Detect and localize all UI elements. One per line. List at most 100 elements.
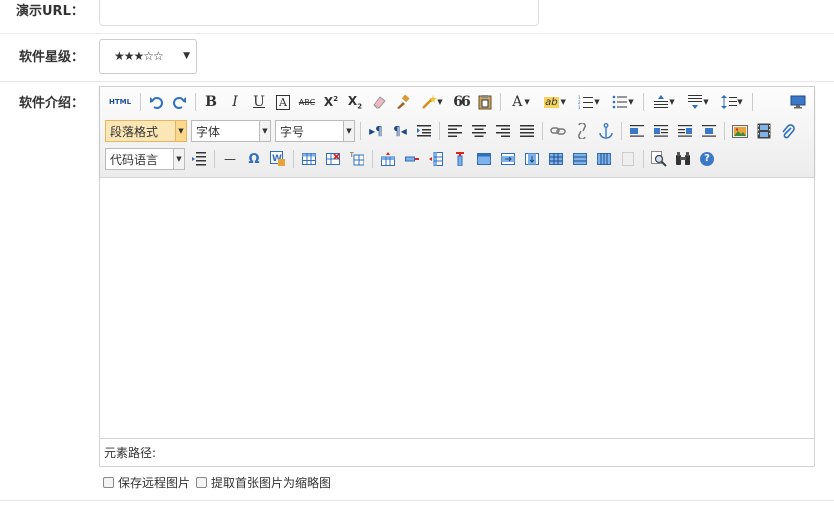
split-cells-button[interactable] [546,149,566,169]
rating-select[interactable]: ★★★☆☆ ▼ [99,39,197,74]
spacing-bottom-icon [688,95,703,109]
strikethrough-button[interactable]: ABC [297,92,317,112]
undo-button[interactable] [146,92,166,112]
insert-column-icon [429,152,443,166]
monitor-icon [790,95,806,109]
demo-url-input[interactable] [99,0,539,26]
paperclip-icon [782,124,795,139]
html-source-button[interactable]: HTML [105,92,135,112]
italic-button[interactable]: I [225,92,245,112]
split-columns-button[interactable] [594,149,614,169]
intro-label: 软件介绍： [19,96,85,111]
page-break-button[interactable] [189,149,209,169]
word-image-button[interactable]: W [268,149,288,169]
subscript-mark: 2 [357,102,363,111]
align-justify-button[interactable] [517,121,537,141]
delete-table-icon [326,153,340,165]
image-left-button[interactable] [651,121,671,141]
anchor-button[interactable] [596,121,616,141]
chevron-down-icon: ▼ [594,98,600,106]
anchor-icon [599,123,613,139]
save-remote-images-checkbox[interactable] [103,477,114,488]
merge-cells-button[interactable] [474,149,494,169]
spacing-top-icon [654,95,669,108]
svg-text:3: 3 [578,105,581,109]
font-color-button[interactable]: A ▼ [506,92,536,112]
unlink-button[interactable] [572,121,592,141]
delete-table-button[interactable] [323,149,343,169]
merge-right-button[interactable] [498,149,518,169]
paragraph-spacing-bottom-button[interactable]: ▼ [683,92,713,112]
eraser-icon [373,96,386,109]
insert-caption-button[interactable]: T [347,149,367,169]
ordered-list-button[interactable]: 123 ▼ [574,92,604,112]
insert-video-button[interactable] [754,121,774,141]
indent-button[interactable] [414,121,434,141]
align-right-button[interactable] [493,121,513,141]
special-char-button[interactable]: Ω [244,149,264,169]
insert-link-button[interactable] [548,121,568,141]
font-family-select[interactable]: 字体 ▼ [191,120,271,142]
code-language-select[interactable]: 代码语言 ▼ [105,148,185,170]
image-none-button[interactable] [627,121,647,141]
rtl-button[interactable]: ¶◂ [390,121,410,141]
film-icon [757,123,771,139]
merge-down-button[interactable] [522,149,542,169]
split-rows-button[interactable] [570,149,590,169]
redo-button[interactable] [170,92,190,112]
unordered-list-icon [612,95,628,109]
svg-text:T: T [350,152,354,159]
chevron-down-icon: ▼ [703,98,709,106]
font-size-select[interactable]: 字号 ▼ [275,120,355,142]
delete-row-icon [405,156,419,162]
rtl-icon: ¶◂ [393,124,407,138]
image-center-button[interactable] [699,121,719,141]
blockquote-button[interactable]: 66 [451,92,471,112]
preview-button[interactable] [649,149,669,169]
paragraph-format-select[interactable]: 段落格式 ▼ [105,120,187,142]
attachment-button[interactable] [778,121,798,141]
insert-column-before-button[interactable] [426,149,446,169]
editor-options: 保存远程图片 提取首张图片为缩略图 [103,474,331,491]
paste-plain-button[interactable] [475,92,495,112]
insert-image-button[interactable] [730,121,750,141]
fullscreen-button[interactable] [788,92,808,112]
align-left-button[interactable] [445,121,465,141]
rating-label: 软件星级： [19,50,85,65]
first-image-thumbnail-checkbox[interactable] [196,477,208,488]
superscript-icon: X2 [324,95,338,109]
save-remote-images-label: 保存远程图片 [118,476,191,490]
delete-row-button[interactable] [402,149,422,169]
font-border-button[interactable]: A [273,92,293,112]
chevron-down-icon: ▼ [560,98,566,106]
delete-column-icon [456,152,464,166]
unordered-list-button[interactable]: ▼ [608,92,638,112]
search-replace-button[interactable] [673,149,693,169]
merge-down-icon [525,153,539,165]
ltr-icon: ▸¶ [369,124,383,138]
auto-format-button[interactable]: ▼ [417,92,447,112]
image-right-button[interactable] [675,121,695,141]
editor-content-area[interactable] [100,178,814,438]
superscript-mark: 2 [333,95,339,103]
bold-button[interactable]: B [201,92,221,112]
help-button[interactable]: ? [697,149,717,169]
insert-table-button[interactable] [299,149,319,169]
paragraph-spacing-top-button[interactable]: ▼ [649,92,679,112]
format-painter-button[interactable] [393,92,413,112]
delete-column-button[interactable] [450,149,470,169]
toolbar-separator [372,150,373,168]
insert-row-before-button[interactable] [378,149,398,169]
subscript-button[interactable]: X2 [345,92,365,112]
chevron-down-icon: ▼ [173,149,184,169]
ltr-button[interactable]: ▸¶ [366,121,386,141]
superscript-button[interactable]: X2 [321,92,341,112]
background-color-button[interactable]: ab ▼ [540,92,570,112]
image-center-icon [702,125,716,137]
underline-button[interactable]: U [249,92,269,112]
line-height-button[interactable]: ▼ [717,92,747,112]
clear-format-button[interactable] [369,92,389,112]
horizontal-rule-button[interactable]: — [220,149,240,169]
page-icon [622,152,634,166]
align-center-button[interactable] [469,121,489,141]
